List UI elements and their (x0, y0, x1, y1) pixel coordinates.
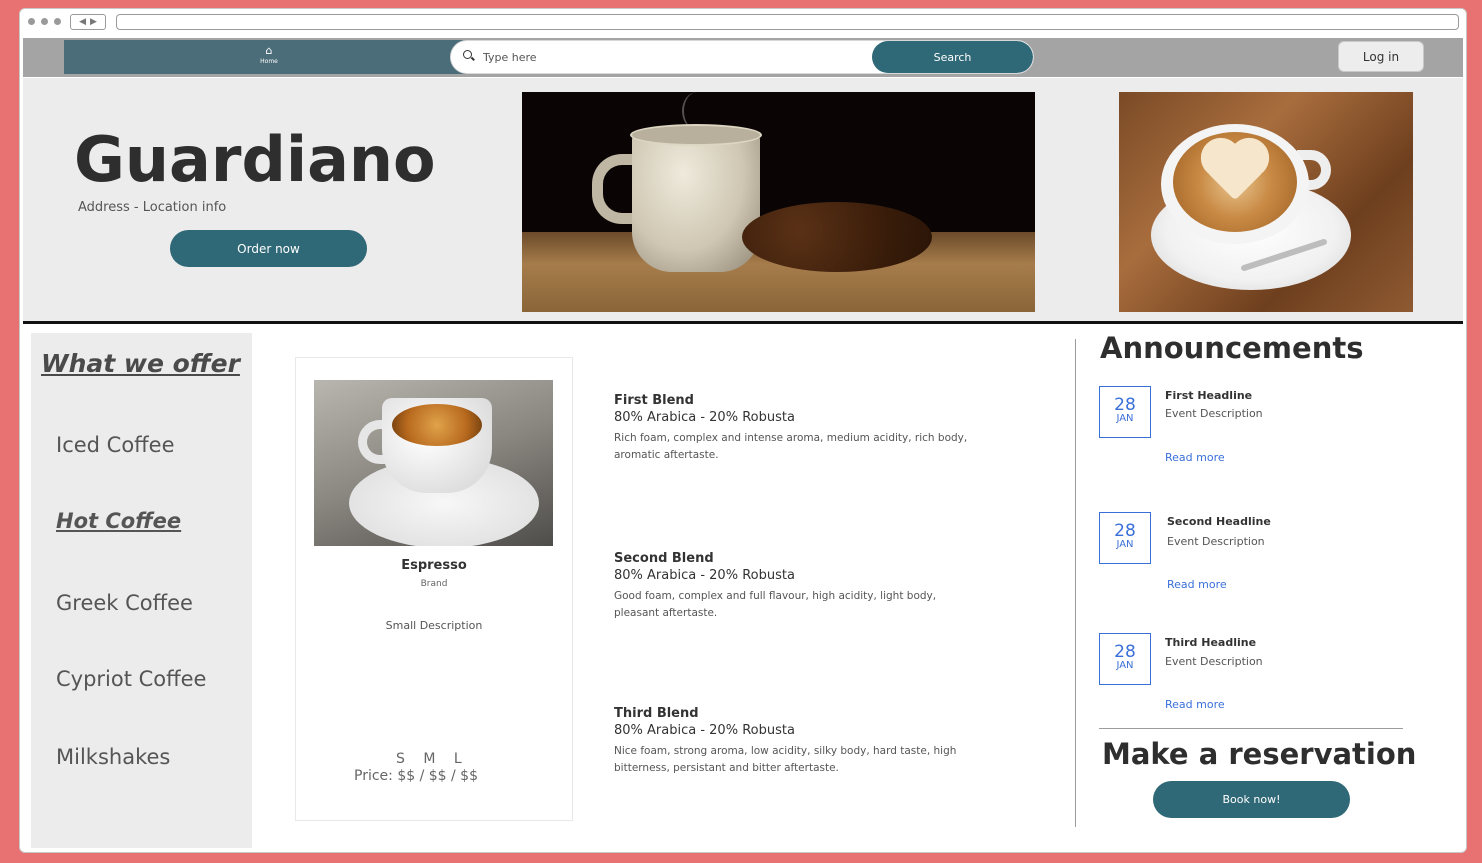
section-divider (23, 321, 1463, 324)
date-day: 28 (1114, 395, 1136, 415)
product-name: Espresso (401, 558, 467, 573)
sidebar-item-greek-coffee[interactable]: Greek Coffee (56, 591, 193, 615)
offer-sidebar: What we offer Iced Coffee Hot Coffee Gre… (31, 333, 252, 848)
sidebar-item-milkshakes[interactable]: Milkshakes (56, 745, 170, 769)
brand-title: Guardiano (74, 123, 436, 196)
date-day: 28 (1114, 521, 1136, 541)
sidebar-item-hot-coffee[interactable]: Hot Coffee (56, 509, 181, 533)
url-bar[interactable] (116, 14, 1459, 30)
back-arrow-icon[interactable]: ◀ (79, 17, 86, 27)
reservation-divider (1099, 728, 1403, 729)
window-dot-icon[interactable] (28, 18, 35, 25)
product-price: Price: $$ / $$ / $$ (354, 768, 478, 784)
date-month: JAN (1116, 413, 1134, 424)
blend-description: Rich foam, complex and intense aroma, me… (614, 432, 968, 461)
blend-title: First Blend (614, 393, 694, 408)
sidebar-item-cypriot-coffee[interactable]: Cypriot Coffee (56, 667, 206, 691)
search-bar: Search (450, 40, 1034, 74)
read-more-link[interactable]: Read more (1165, 698, 1225, 711)
announcement-headline: First Headline (1165, 389, 1253, 402)
product-card[interactable]: Espresso Brand Small Description S M L P… (295, 357, 573, 821)
product-description: Small Description (385, 619, 483, 632)
search-button[interactable]: Search (872, 41, 1033, 73)
window-dot-icon[interactable] (54, 18, 61, 25)
announcements-title: Announcements (1100, 331, 1364, 365)
home-link[interactable]: ⌂ Home (64, 40, 474, 74)
size-options[interactable]: S M L (396, 751, 462, 767)
browser-nav-buttons[interactable]: ◀ ▶ (70, 14, 106, 30)
date-month: JAN (1116, 539, 1134, 550)
date-badge: 28 JAN (1099, 386, 1151, 438)
blend-subtitle: 80% Arabica - 20% Robusta (614, 410, 795, 425)
login-button[interactable]: Log in (1338, 41, 1424, 72)
espresso-image (314, 380, 553, 546)
book-now-button[interactable]: Book now! (1153, 781, 1350, 818)
blend-item: Third Blend 80% Arabica - 20% Robusta Ni… (614, 706, 1014, 777)
blend-description: Good foam, complex and full flavour, hig… (614, 590, 937, 619)
browser-chrome: ◀ ▶ (20, 9, 1466, 37)
column-divider (1075, 339, 1076, 827)
blend-subtitle: 80% Arabica - 20% Robusta (614, 723, 795, 738)
forward-arrow-icon[interactable]: ▶ (90, 17, 97, 27)
browser-window: ◀ ▶ ⌂ Home Search Log in Guardiano Addre… (19, 8, 1467, 853)
announcement-description: Event Description (1165, 655, 1263, 668)
announcement-description: Event Description (1167, 535, 1265, 548)
address-text: Address - Location info (78, 200, 227, 215)
product-brand: Brand (420, 579, 448, 589)
read-more-link[interactable]: Read more (1165, 451, 1225, 464)
window-dot-icon[interactable] (41, 18, 48, 25)
date-badge: 28 JAN (1099, 633, 1151, 685)
read-more-link[interactable]: Read more (1167, 578, 1227, 591)
date-day: 28 (1114, 642, 1136, 662)
blend-subtitle: 80% Arabica - 20% Robusta (614, 568, 795, 583)
top-nav: ⌂ Home Search Log in (23, 38, 1463, 77)
blend-description: Nice foam, strong aroma, low acidity, si… (614, 745, 957, 774)
announcement-headline: Second Headline (1167, 515, 1271, 528)
sidebar-item-iced-coffee[interactable]: Iced Coffee (56, 433, 174, 457)
sidebar-title: What we offer (41, 349, 240, 378)
announcement-headline: Third Headline (1165, 636, 1257, 649)
date-month: JAN (1116, 660, 1134, 671)
announcement-description: Event Description (1165, 407, 1263, 420)
home-label: Home (260, 58, 278, 65)
date-badge: 28 JAN (1099, 512, 1151, 564)
blend-item: Second Blend 80% Arabica - 20% Robusta G… (614, 551, 1014, 622)
latte-art-image (1119, 92, 1413, 312)
reservation-title: Make a reservation (1102, 737, 1417, 771)
blend-title: Second Blend (614, 551, 714, 566)
blend-item: First Blend 80% Arabica - 20% Robusta Ri… (614, 393, 1014, 464)
search-icon (463, 50, 472, 59)
hero-section: Guardiano Address - Location info Order … (23, 78, 1463, 321)
home-icon: ⌂ (265, 44, 273, 57)
blend-title: Third Blend (614, 706, 699, 721)
order-now-button[interactable]: Order now (170, 230, 367, 267)
search-input[interactable] (483, 41, 863, 73)
coffee-mug-image (522, 92, 1035, 312)
